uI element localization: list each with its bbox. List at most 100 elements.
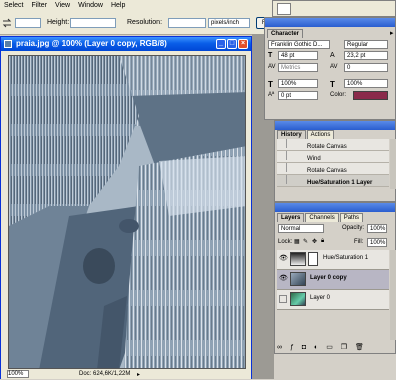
character-panel-titlebar[interactable] (265, 18, 395, 27)
tab-character[interactable]: Character (267, 29, 304, 38)
tracking-icon: AV (330, 64, 338, 70)
adjustment-layer-icon (290, 252, 306, 266)
layer-row[interactable]: Layer 0 (277, 290, 389, 310)
leading-icon: A (330, 52, 335, 59)
menu-help[interactable]: Help (107, 0, 129, 12)
layers-panel-titlebar[interactable] (275, 203, 395, 212)
baseline-field[interactable]: 0 pt (278, 91, 318, 100)
history-item[interactable]: Rotate Canvas (277, 163, 389, 175)
history-brush-icon[interactable] (277, 175, 287, 184)
menu-select[interactable]: Select (0, 0, 27, 12)
zoom-field[interactable]: 100% (7, 370, 29, 378)
height-label: Height: (47, 19, 70, 26)
document-title-bar[interactable]: praia.jpg @ 100% (Layer 0 copy, RGB/8) _… (1, 37, 251, 51)
font-size-field[interactable]: 48 pt (278, 51, 318, 60)
lock-all-icon[interactable]: 🔒︎ (321, 238, 324, 245)
new-adjustment-icon[interactable]: ◐ (314, 344, 318, 351)
horizontal-scale-icon: T (330, 80, 335, 89)
history-panel-titlebar[interactable] (275, 121, 395, 130)
layer-row[interactable]: 👁︎ Hue/Saturation 1 (277, 250, 389, 270)
history-panel: History Actions Rotate Canvas Wind Rotate… (274, 120, 396, 202)
history-list: Rotate Canvas Wind Rotate Canvas Hue/Sat… (277, 139, 389, 187)
layers-footer: ∞ ƒ ◘ ◐ ▭ ❐ 🗑︎ (277, 342, 395, 353)
opacity-label: Opacity: (342, 225, 365, 231)
new-group-icon[interactable]: ▭ (326, 344, 333, 351)
panel-menu-icon[interactable]: ▸ (390, 29, 394, 37)
visibility-toggle[interactable] (279, 295, 287, 303)
units-select[interactable]: pixels/inch (208, 18, 250, 28)
close-icon[interactable]: × (238, 39, 248, 49)
kerning-select[interactable]: Metrics (278, 63, 318, 72)
menu-window[interactable]: Window (74, 0, 107, 12)
lock-image-icon[interactable]: ✎ (303, 238, 308, 245)
visibility-eye-icon[interactable]: 👁︎ (279, 275, 288, 283)
lock-position-icon[interactable]: ✥ (312, 238, 317, 245)
layer-name: Hue/Saturation 1 (323, 255, 369, 261)
font-size-icon: T (268, 52, 273, 59)
tab-paths[interactable]: Paths (339, 213, 364, 222)
layer-mask-thumbnail[interactable] (308, 252, 318, 266)
doc-size[interactable]: Doc: 624,6K/1,22M (79, 370, 130, 379)
font-style-select[interactable]: Regular (344, 40, 388, 49)
history-scrollbar[interactable] (390, 139, 396, 189)
leading-field[interactable]: 23,2 pt (344, 51, 388, 60)
character-panel: Character ▸ Franklin Gothic D... Regular… (264, 17, 396, 120)
history-brush-slot[interactable] (277, 163, 287, 172)
width-field[interactable] (15, 18, 41, 28)
history-brush-slot[interactable] (277, 139, 287, 148)
minimize-icon[interactable]: _ (216, 39, 226, 49)
vertical-scale-field[interactable]: 100% (278, 79, 318, 88)
layer-style-icon[interactable]: ƒ (290, 344, 294, 351)
layers-panel: Layers Channels Paths Normal Opacity: 100%… (274, 202, 396, 354)
tab-channels[interactable]: Channels (305, 213, 339, 222)
tab-history[interactable]: History (277, 130, 306, 139)
lock-label: Lock: (278, 239, 293, 245)
opacity-field[interactable]: 100% (367, 224, 387, 233)
new-layer-icon[interactable]: ❐ (341, 344, 347, 351)
layer-name: Layer 0 copy (310, 275, 347, 281)
layers-scrollbar[interactable] (390, 250, 396, 340)
document-title: praia.jpg @ 100% (Layer 0 copy, RGB/8) (16, 39, 167, 48)
visibility-eye-icon[interactable]: 👁︎ (279, 255, 288, 263)
document-window: praia.jpg @ 100% (Layer 0 copy, RGB/8) _… (0, 36, 252, 379)
menu-filter[interactable]: Filter (27, 0, 51, 12)
layers-list: 👁︎ Hue/Saturation 1 👁︎ Layer 0 copy Laye… (277, 250, 389, 310)
layer-thumbnail (290, 292, 306, 306)
history-item-current[interactable]: Hue/Saturation 1 Layer (277, 175, 389, 187)
horizontal-scale-field[interactable]: 100% (344, 79, 388, 88)
layer-name: Layer 0 (310, 295, 331, 301)
image-content (9, 56, 245, 368)
tab-actions[interactable]: Actions (306, 130, 335, 139)
tracking-select[interactable]: 0 (344, 63, 388, 72)
vertical-scale-icon: T (268, 80, 273, 89)
layer-thumbnail (290, 272, 306, 286)
blend-mode-select[interactable]: Normal (278, 224, 324, 233)
link-icon[interactable]: ∞ (277, 344, 282, 351)
lock-transparency-icon[interactable]: ▦ (294, 238, 300, 245)
text-color-swatch[interactable] (353, 91, 388, 100)
menu-view[interactable]: View (51, 0, 74, 12)
history-item[interactable]: Wind (277, 151, 389, 163)
document-icon (4, 40, 12, 48)
document-status-bar: 100% Doc: 624,6K/1,22M ▸ (1, 370, 251, 379)
add-mask-icon[interactable]: ◘ (302, 344, 306, 351)
fill-label: Fill: (354, 239, 364, 245)
swap-icon[interactable] (1, 17, 13, 29)
font-family-select[interactable]: Franklin Gothic D... (268, 40, 330, 49)
trash-icon[interactable]: 🗑︎ (355, 344, 364, 351)
tab-layers[interactable]: Layers (277, 213, 305, 222)
color-label: Color: (330, 92, 347, 98)
layer-row-selected[interactable]: 👁︎ Layer 0 copy (277, 270, 389, 290)
baseline-icon: Aª (268, 92, 275, 98)
history-brush-slot[interactable] (277, 151, 287, 160)
resolution-field[interactable] (168, 18, 206, 28)
maximize-icon[interactable]: □ (227, 39, 237, 49)
height-field[interactable] (70, 18, 116, 28)
image-canvas[interactable] (8, 55, 246, 369)
fill-field[interactable]: 100% (367, 238, 387, 247)
kerning-icon: AV (268, 64, 276, 70)
palette-well (272, 0, 396, 17)
history-item[interactable]: Rotate Canvas (277, 139, 389, 151)
brush-preset-icon[interactable] (277, 3, 291, 15)
resolution-label: Resolution: (127, 19, 163, 26)
